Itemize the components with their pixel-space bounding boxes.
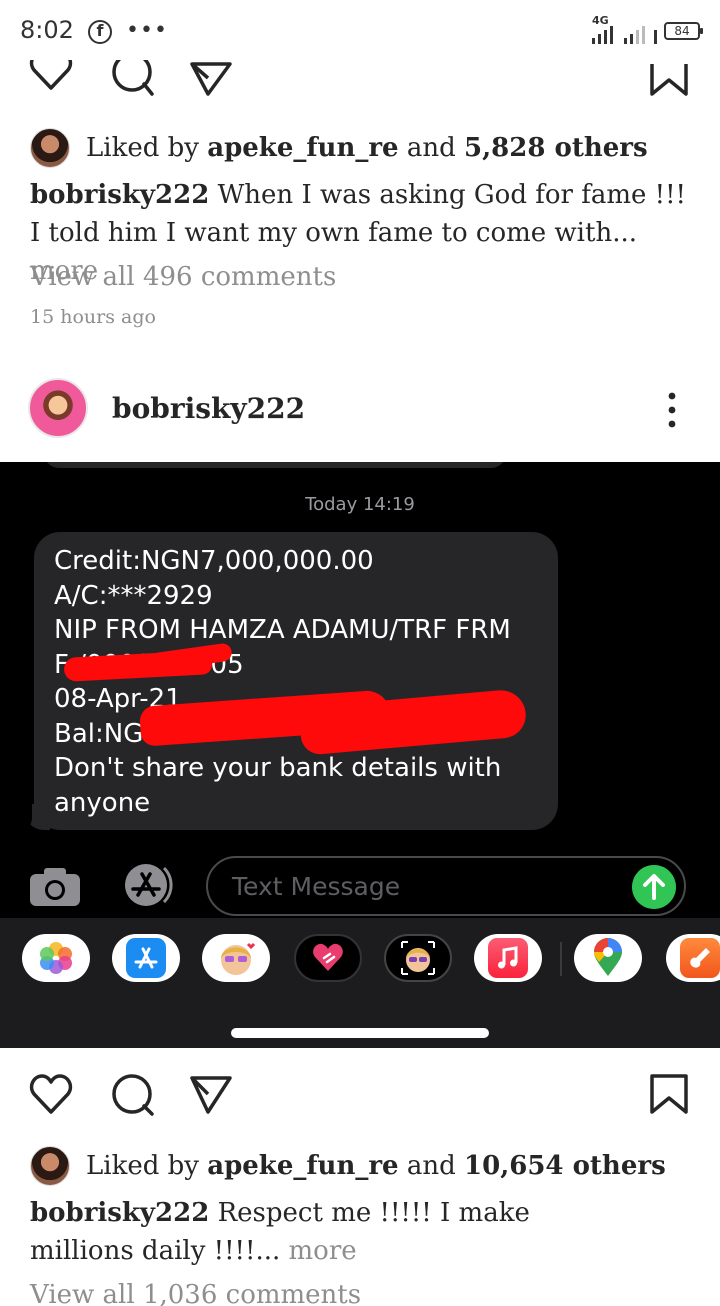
view-comments-count: 1,036 comments — [142, 1280, 362, 1306]
message-line: anyone — [54, 787, 151, 818]
comment-icon[interactable] — [110, 52, 156, 106]
comment-icon[interactable] — [110, 1072, 156, 1118]
status-bar: 8:02 f ••• 4G 84 — [0, 0, 720, 62]
post1-action-row — [0, 50, 720, 116]
view-comments-count: 496 comments — [142, 262, 337, 292]
liker-avatar[interactable] — [30, 1146, 70, 1186]
share-send-icon[interactable] — [188, 1072, 234, 1118]
battery-icon: 84 — [664, 22, 703, 40]
message-line: A/C:***2929 — [54, 580, 213, 611]
post1-likes-row: Liked by apeke_fun_re and 5,828 others — [30, 128, 648, 168]
post2-caption: bobrisky222 Respect me !!!!! I make mill… — [30, 1194, 630, 1270]
message-line: Credit:NGN7,000,000.00 — [54, 546, 374, 576]
liked-by-others-link[interactable]: 10,654 others — [464, 1151, 666, 1181]
signal-icon — [592, 26, 657, 44]
caption-username-link[interactable]: bobrisky222 — [30, 1198, 209, 1228]
memoji-app-icon — [202, 934, 270, 982]
message-input-placeholder: Text Message — [232, 872, 401, 901]
home-indicator — [231, 1028, 489, 1038]
like-heart-icon[interactable] — [28, 1072, 74, 1118]
liked-by-prefix: Liked by — [86, 133, 199, 163]
previous-message-bubble — [44, 462, 506, 468]
app-store-icon — [125, 864, 173, 906]
liked-by-and: and — [406, 133, 456, 163]
more-notifications-icon: ••• — [126, 18, 168, 43]
message-text: Credit:NGN7,000,000.00 A/C:***2929 NIP F… — [54, 544, 554, 820]
bookmark-icon[interactable] — [646, 60, 692, 106]
facebook-icon: f — [88, 20, 112, 44]
liked-by-and: and — [406, 1151, 456, 1181]
more-options-icon[interactable] — [660, 390, 684, 430]
like-heart-icon[interactable] — [28, 50, 74, 106]
status-time: 8:02 — [20, 16, 74, 44]
bookmark-icon[interactable] — [646, 1072, 692, 1118]
post-author-username[interactable]: bobrisky222 — [112, 392, 305, 425]
view-comments-prefix: View all — [30, 262, 135, 292]
message-line: NIP FROM HAMZA ADAMU/TRF FRM — [54, 615, 511, 645]
view-comments-prefix: View all — [30, 1280, 135, 1306]
post-image[interactable]: Today 14:19 Credit:NGN7,000,000.00 A/C:*… — [0, 462, 720, 1048]
animoji-app-icon — [384, 934, 452, 982]
send-arrow-icon — [632, 865, 676, 909]
liked-by-prefix: Liked by — [86, 1151, 199, 1181]
digital-touch-app-icon — [294, 934, 362, 982]
compose-row: Text Message — [0, 848, 720, 918]
garageband-app-icon — [666, 934, 720, 982]
post2-action-row — [0, 1072, 720, 1128]
post-author-avatar[interactable] — [28, 378, 88, 438]
music-app-icon — [474, 934, 542, 982]
drawer-separator — [560, 942, 562, 976]
liked-by-user-link[interactable]: apeke_fun_re — [207, 133, 398, 163]
message-input: Text Message — [206, 856, 686, 916]
share-send-icon[interactable] — [188, 60, 234, 106]
post1-view-comments-link[interactable]: View all 496 comments — [30, 262, 336, 292]
caption-username-link[interactable]: bobrisky222 — [30, 180, 209, 210]
camera-icon — [30, 868, 80, 906]
photos-app-icon — [22, 934, 90, 982]
post2-view-comments-link[interactable]: View all 1,036 comments — [30, 1280, 361, 1306]
maps-app-icon — [574, 934, 642, 982]
message-timestamp: Today 14:19 — [305, 494, 415, 515]
liked-by-user-link[interactable]: apeke_fun_re — [207, 1151, 398, 1181]
post1-time-ago: 15 hours ago — [30, 306, 156, 328]
imessage-app-drawer — [0, 918, 720, 1048]
liker-avatar[interactable] — [30, 128, 70, 168]
caption-more-link[interactable]: more — [289, 1236, 357, 1266]
post2-likes-row: Liked by apeke_fun_re and 10,654 others — [30, 1146, 666, 1186]
app-store-app-icon — [112, 934, 180, 982]
liked-by-others-link[interactable]: 5,828 others — [464, 133, 648, 163]
post2-header: bobrisky222 — [0, 378, 720, 444]
message-line: Don't share your bank details with — [54, 753, 502, 783]
